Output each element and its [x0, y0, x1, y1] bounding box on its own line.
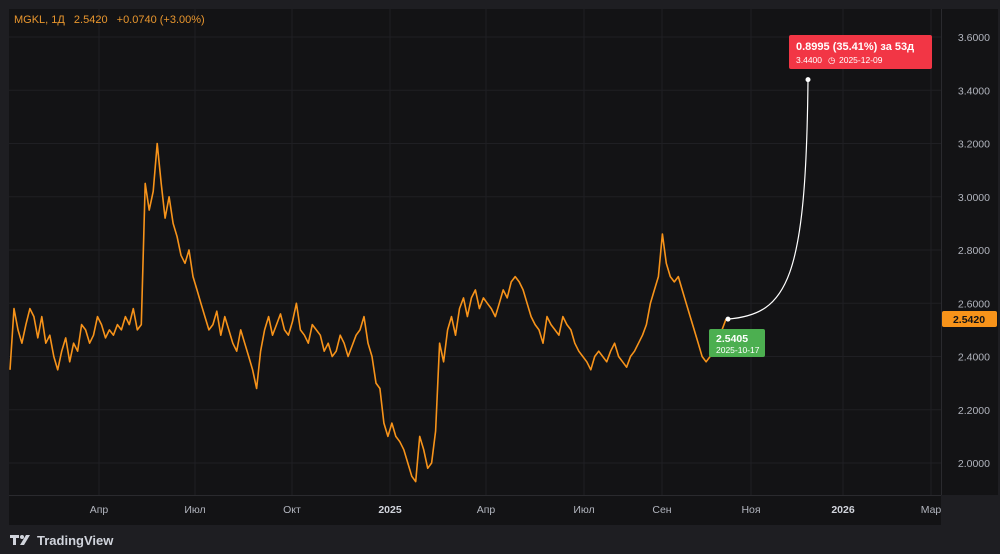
change-label: +0.0740 (+3.00%) [116, 14, 205, 26]
clock-icon: ◷ [828, 55, 836, 65]
forecast-start-label[interactable]: 2.54052025-10-17 [709, 329, 765, 357]
symbol-label[interactable]: MGKL, 1Д [14, 14, 65, 26]
chart-window: 2.5405 2025-10-17 0.8995 (35.41%) за 53д 3.… [0, 0, 1000, 554]
x-tick-label: Сен [652, 504, 671, 516]
y-tick-label: 2.4000 [958, 352, 990, 364]
brand-name: TradingView [37, 532, 114, 548]
forecast-target-price: 3.4400 [796, 55, 822, 65]
y-tick-label: 3.0000 [958, 192, 990, 204]
forecast-start-price: 2.5405 [716, 333, 748, 345]
x-tick-label: Ноя [741, 504, 760, 516]
y-tick-label: 3.4000 [958, 85, 990, 97]
x-tick-label: Апр [90, 504, 109, 516]
horizontal-gridlines [9, 36, 941, 464]
y-tick-label: 2.2000 [958, 405, 990, 417]
forecast-curve [727, 79, 809, 320]
vertical-gridlines [98, 9, 932, 495]
tradingview-logo-icon [10, 535, 30, 545]
forecast-target-change: 0.8995 (35.41%) за 53д [796, 41, 914, 53]
x-tick-label: Июл [184, 504, 205, 516]
y-tick-label: 3.2000 [958, 139, 990, 151]
forecast-end-point [805, 77, 811, 83]
x-tick-label: 2026 [831, 504, 855, 516]
forecast-start-point [725, 316, 731, 322]
price-series-line [9, 142, 727, 483]
forecast-start-date: 2025-10-17 [716, 345, 760, 355]
forecast-target-label[interactable]: 0.8995 (35.41%) за 53д 3.4400 ◷ 2025-12-09 [789, 35, 932, 69]
forecast-projection: 2.54052025-10-17 0.8995 (35.41%) за 53д 3.… [709, 35, 932, 357]
current-price-label: 2.5420 [953, 314, 985, 326]
last-price-label: 2.5420 [73, 14, 108, 26]
branding[interactable]: TradingView [10, 530, 113, 550]
y-tick-label: 2.8000 [958, 245, 990, 257]
x-tick-label: Мар [921, 504, 942, 516]
y-tick-labels: 3.6000 3.4000 3.2000 3.0000 2.8000 2.6000 2.40… [958, 32, 990, 470]
x-tick-label: Окт [283, 504, 301, 516]
x-tick-labels: Апр Июл Окт 2025 Апр Июл Сен Ноя 2026 Мар [90, 504, 942, 516]
y-tick-label: 3.6000 [958, 32, 990, 44]
x-tick-label: Апр [477, 504, 496, 516]
y-tick-label: 2.0000 [958, 458, 990, 470]
forecast-target-date: 2025-12-09 [839, 55, 883, 65]
x-tick-label: 2025 [378, 504, 402, 516]
chart-svg: 2.54052025-10-17 0.8995 (35.41%) за 53д 3.… [9, 9, 997, 516]
chart-header: MGKL, 1Д 2.5420 +0.0740 (+3.00%) [14, 14, 211, 26]
x-tick-label: Июл [573, 504, 594, 516]
current-price-badge: 2.5420 [942, 311, 997, 327]
y-tick-label: 2.6000 [958, 298, 990, 310]
